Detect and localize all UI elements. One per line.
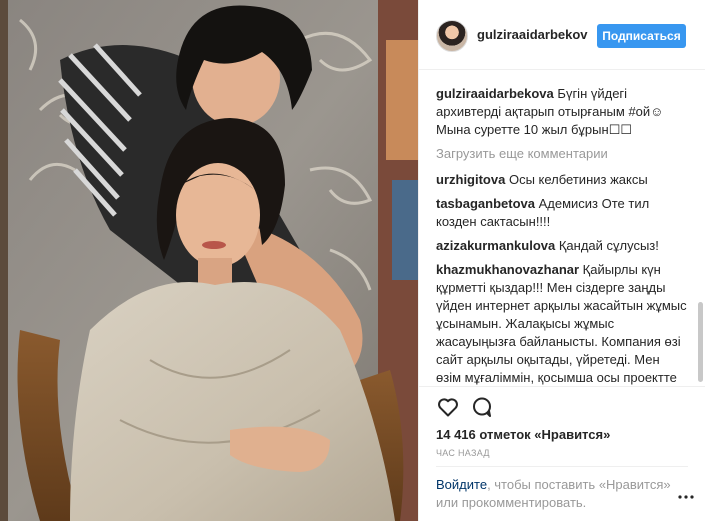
heart-outline-icon[interactable]	[436, 395, 460, 419]
post-header: gulziraaidarbekov Подписаться	[419, 0, 705, 70]
divider	[419, 386, 705, 387]
comments-scrollbar[interactable]	[697, 70, 705, 386]
comment-username[interactable]: tasbaganbetova	[436, 196, 535, 211]
login-prompt: Войдите, чтобы поставить «Нравится» или …	[436, 476, 676, 512]
list-item: azizakurmankulova Қандай сұлусыз!	[436, 237, 688, 255]
load-more-comments-link[interactable]: Загрузить еще комментарии	[436, 145, 688, 163]
follow-button[interactable]: Подписаться	[597, 24, 686, 48]
post-sidebar: gulziraaidarbekov Подписаться gulziraaid…	[418, 0, 705, 521]
post-timestamp[interactable]: ЧАС НАЗАД	[436, 448, 490, 458]
comment-text: Қандай сұлусыз!	[558, 238, 659, 253]
comments-list: gulziraaidarbekova Бүгін үйдегі архивтер…	[436, 85, 688, 385]
photo-illustration	[0, 0, 418, 521]
list-item: tasbaganbetova Адемисиз Оте тил козден с…	[436, 195, 688, 231]
list-item: urzhigitova Осы келбетиниз жаксы	[436, 171, 688, 189]
comment-username[interactable]: khazmukhanovazhanar	[436, 262, 579, 277]
author-username[interactable]: gulziraaidarbekov	[477, 27, 588, 42]
comment-username[interactable]: azizakurmankulova	[436, 238, 555, 253]
comment-text: Қайырлы күн құрметті қыздар!!! Мен сізде…	[436, 262, 687, 385]
avatar[interactable]	[436, 20, 468, 52]
login-link[interactable]: Войдите	[436, 477, 487, 492]
caption: gulziraaidarbekova Бүгін үйдегі архивтер…	[436, 85, 688, 139]
comment-username[interactable]: urzhigitova	[436, 172, 505, 187]
comment-text: Осы келбетиниз жаксы	[508, 172, 648, 187]
list-item: khazmukhanovazhanar Қайырлы күн құрметті…	[436, 261, 688, 385]
ellipsis-icon[interactable]	[677, 488, 695, 506]
post-photo[interactable]	[0, 0, 418, 521]
caption-username[interactable]: gulziraaidarbekova	[436, 86, 554, 101]
divider	[436, 466, 688, 467]
scrollbar-thumb[interactable]	[698, 302, 703, 382]
speech-bubble-icon[interactable]	[470, 395, 494, 419]
likes-count[interactable]: 14 416 отметок «Нравится»	[436, 427, 610, 442]
